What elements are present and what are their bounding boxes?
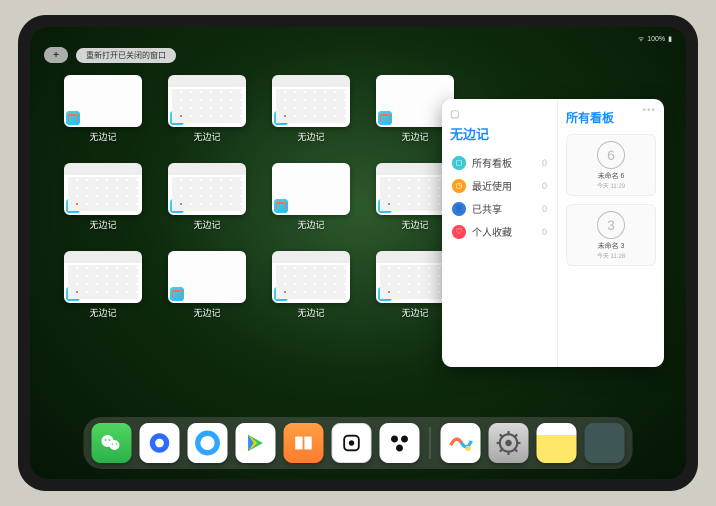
thumbnail-label: 无边记 bbox=[193, 218, 220, 231]
category-count: 0 bbox=[542, 227, 547, 237]
category-icon: ♡ bbox=[452, 225, 466, 239]
thumbnail-label: 无边记 bbox=[89, 218, 116, 231]
dice-icon[interactable] bbox=[332, 423, 372, 463]
wifi-icon: ᯤ bbox=[638, 35, 644, 44]
battery-icon: ▮ bbox=[668, 35, 672, 43]
thumbnail-label: 无边记 bbox=[89, 306, 116, 319]
freeform-app-icon bbox=[378, 199, 392, 213]
category-count: 0 bbox=[542, 181, 547, 191]
thumbnail-preview bbox=[64, 163, 142, 215]
thumbnail-preview bbox=[168, 163, 246, 215]
thumbnail-label: 无边记 bbox=[297, 130, 324, 143]
window-thumbnail[interactable]: 无边记 bbox=[58, 163, 148, 239]
thumbnail-label: 无边记 bbox=[193, 130, 220, 143]
window-thumbnail[interactable]: 无边记 bbox=[58, 75, 148, 151]
window-thumbnail[interactable]: 无边记 bbox=[58, 251, 148, 327]
freeform-app-icon bbox=[378, 287, 392, 301]
category-label: 最近使用 bbox=[472, 178, 512, 193]
more-button[interactable]: ••• bbox=[642, 105, 656, 116]
panel-head: ▢ bbox=[450, 109, 549, 120]
dock bbox=[84, 417, 633, 469]
thumbnail-label: 无边记 bbox=[193, 306, 220, 319]
board-name: 未命名 3 bbox=[598, 241, 625, 251]
category-item[interactable]: ◻ 所有看板 0 bbox=[450, 151, 549, 174]
books-icon[interactable] bbox=[284, 423, 324, 463]
notes-icon[interactable] bbox=[537, 423, 577, 463]
board-item[interactable]: 6 未命名 6今天 11:29 bbox=[566, 134, 656, 196]
qqhd-icon[interactable] bbox=[140, 423, 180, 463]
screen: ᯤ 100% ▮ + 重新打开已关闭的窗口 无边记无边记无边记无边记无边记无边记… bbox=[30, 27, 686, 479]
thumbnail-preview bbox=[168, 251, 246, 303]
category-icon: ◻ bbox=[452, 156, 466, 170]
freeform-app-icon bbox=[66, 111, 80, 125]
thumbnail-label: 无边记 bbox=[401, 306, 428, 319]
category-icon: ◷ bbox=[452, 179, 466, 193]
thumbnail-label: 无边记 bbox=[297, 218, 324, 231]
freeform-icon[interactable] bbox=[441, 423, 481, 463]
qqbrowser-icon[interactable] bbox=[188, 423, 228, 463]
panel-content: ••• 所有看板 6未命名 6今天 11:293未命名 3今天 11:28 bbox=[558, 99, 664, 367]
window-thumbnail[interactable]: 无边记 bbox=[162, 163, 252, 239]
thumbnail-preview bbox=[272, 251, 350, 303]
board-name: 未命名 6 bbox=[598, 171, 625, 181]
new-window-button[interactable]: + bbox=[44, 47, 68, 63]
category-label: 所有看板 bbox=[472, 155, 512, 170]
freeform-app-icon bbox=[170, 287, 184, 301]
category-list: ◻ 所有看板 0 ◷ 最近使用 0 👤 已共享 0 ♡ 个人收藏 0 bbox=[450, 151, 549, 243]
thumbnail-label: 无边记 bbox=[297, 306, 324, 319]
battery-pct: 100% bbox=[647, 36, 665, 43]
status-bar: ᯤ 100% ▮ bbox=[30, 31, 686, 47]
thumbnail-label: 无边记 bbox=[401, 130, 428, 143]
category-icon: 👤 bbox=[452, 202, 466, 216]
board-thumbnail: 3 bbox=[597, 211, 625, 239]
panel-sidebar: ▢ 无边记 ◻ 所有看板 0 ◷ 最近使用 0 👤 已共享 0 ♡ 个人收藏 0 bbox=[442, 99, 558, 367]
app-library-icon[interactable] bbox=[585, 423, 625, 463]
freeform-app-icon bbox=[274, 199, 288, 213]
window-thumbnail[interactable]: 无边记 bbox=[162, 75, 252, 151]
sidebar-icon: ▢ bbox=[450, 109, 459, 120]
freeform-app-icon bbox=[66, 199, 80, 213]
thumbnail-preview bbox=[272, 75, 350, 127]
freeform-app-icon bbox=[170, 199, 184, 213]
panel-title: 无边记 bbox=[450, 124, 549, 143]
board-item[interactable]: 3 未命名 3今天 11:28 bbox=[566, 204, 656, 266]
dock-separator bbox=[430, 427, 431, 459]
window-thumbnail[interactable]: 无边记 bbox=[266, 75, 356, 151]
category-label: 已共享 bbox=[472, 201, 502, 216]
category-count: 0 bbox=[542, 158, 547, 168]
freeform-app-icon bbox=[66, 287, 80, 301]
board-thumbnail: 6 bbox=[597, 141, 625, 169]
thumbnail-preview bbox=[272, 163, 350, 215]
freeform-app-icon bbox=[274, 287, 288, 301]
atoms-icon[interactable] bbox=[380, 423, 420, 463]
freeform-app-icon bbox=[170, 111, 184, 125]
ipad-frame: ᯤ 100% ▮ + 重新打开已关闭的窗口 无边记无边记无边记无边记无边记无边记… bbox=[18, 15, 698, 491]
wechat-icon[interactable] bbox=[92, 423, 132, 463]
thumbnail-preview bbox=[168, 75, 246, 127]
board-time: 今天 11:28 bbox=[597, 251, 625, 260]
thumbnail-label: 无边记 bbox=[89, 130, 116, 143]
category-label: 个人收藏 bbox=[472, 224, 512, 239]
category-count: 0 bbox=[542, 204, 547, 214]
status-icons: ᯤ 100% ▮ bbox=[638, 35, 672, 44]
settings-icon[interactable] bbox=[489, 423, 529, 463]
thumbnail-preview bbox=[64, 75, 142, 127]
category-item[interactable]: 👤 已共享 0 bbox=[450, 197, 549, 220]
category-item[interactable]: ♡ 个人收藏 0 bbox=[450, 220, 549, 243]
window-thumbnail[interactable]: 无边记 bbox=[162, 251, 252, 327]
thumbnail-preview bbox=[64, 251, 142, 303]
freeform-side-panel: ▢ 无边记 ◻ 所有看板 0 ◷ 最近使用 0 👤 已共享 0 ♡ 个人收藏 0 ••• 所有看板 6… bbox=[442, 99, 664, 367]
category-item[interactable]: ◷ 最近使用 0 bbox=[450, 174, 549, 197]
freeform-app-icon bbox=[378, 111, 392, 125]
freeform-app-icon bbox=[274, 111, 288, 125]
reopen-closed-window-button[interactable]: 重新打开已关闭的窗口 bbox=[76, 48, 176, 63]
window-thumbnail[interactable]: 无边记 bbox=[266, 251, 356, 327]
window-thumbnails-grid: 无边记无边记无边记无边记无边记无边记无边记无边记无边记无边记无边记无边记 bbox=[58, 75, 460, 327]
window-thumbnail[interactable]: 无边记 bbox=[266, 163, 356, 239]
board-time: 今天 11:29 bbox=[597, 181, 625, 190]
top-bar: + 重新打开已关闭的窗口 bbox=[44, 47, 176, 63]
thumbnail-label: 无边记 bbox=[401, 218, 428, 231]
play-icon[interactable] bbox=[236, 423, 276, 463]
